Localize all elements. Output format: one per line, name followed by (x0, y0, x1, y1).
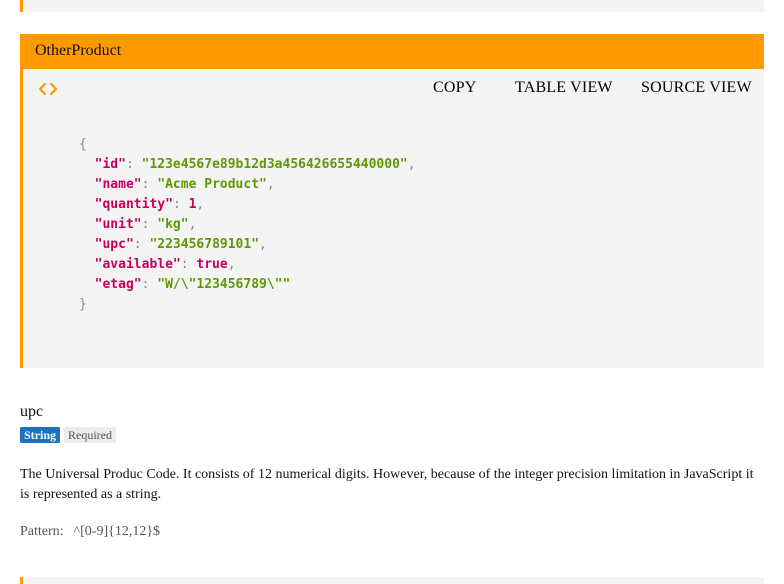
json-close-brace: } (79, 297, 87, 312)
json-line-available: "available": true, (94, 257, 236, 272)
code-brackets-icon[interactable] (37, 80, 61, 98)
previous-panel-edge (20, 0, 764, 12)
json-example: { "id": "123e4567e89b12d3a45642665544000… (79, 135, 416, 315)
json-open-brace: { (79, 137, 87, 152)
json-line-unit: "unit": "kg", (94, 217, 197, 232)
json-line-name: "name": "Acme Product", (94, 177, 275, 192)
json-line-etag: "etag": "W/\"123456789\"" (94, 277, 291, 292)
json-value: true (196, 257, 228, 272)
schema-title: OtherProduct (35, 42, 122, 59)
property-badges: String Required (20, 427, 117, 445)
json-value: "kg" (157, 217, 189, 232)
pattern-label: Pattern: (20, 524, 64, 539)
pattern-value: ^[0-9]{12,12}$ (73, 524, 161, 539)
json-line-id: "id": "123e4567e89b12d3a456426655440000"… (94, 157, 416, 172)
json-key: "unit" (94, 217, 142, 232)
source-view-button[interactable]: SOURCE VIEW (641, 79, 752, 97)
table-view-button[interactable]: TABLE VIEW (515, 79, 613, 97)
schema-title-bar: OtherProduct (20, 34, 764, 69)
example-panel: COPY TABLE VIEW SOURCE VIEW { "id": "123… (20, 69, 764, 368)
json-key: "id" (94, 157, 126, 172)
json-key: "quantity" (94, 197, 173, 212)
property-description: The Universal Produc Code. It consists o… (20, 467, 754, 502)
json-key: "available" (94, 257, 181, 272)
json-line-upc: "upc": "223456789101", (94, 237, 267, 252)
property-name: upc (20, 403, 44, 420)
type-badge: String (20, 427, 61, 443)
json-value: "223456789101" (149, 237, 260, 252)
json-value: "Acme Product" (157, 177, 267, 192)
json-line-quantity: "quantity": 1, (94, 197, 205, 212)
required-badge: Required (64, 427, 117, 443)
json-key: "etag" (94, 277, 142, 292)
pattern-row: Pattern: ^[0-9]{12,12}$ (20, 524, 160, 540)
json-key: "name" (94, 177, 142, 192)
copy-button[interactable]: COPY (433, 79, 476, 97)
json-value: "W/\"123456789\"" (157, 277, 291, 292)
json-key: "upc" (94, 237, 134, 252)
next-panel-edge (20, 577, 764, 584)
json-value: "123e4567e89b12d3a456426655440000" (141, 157, 408, 172)
